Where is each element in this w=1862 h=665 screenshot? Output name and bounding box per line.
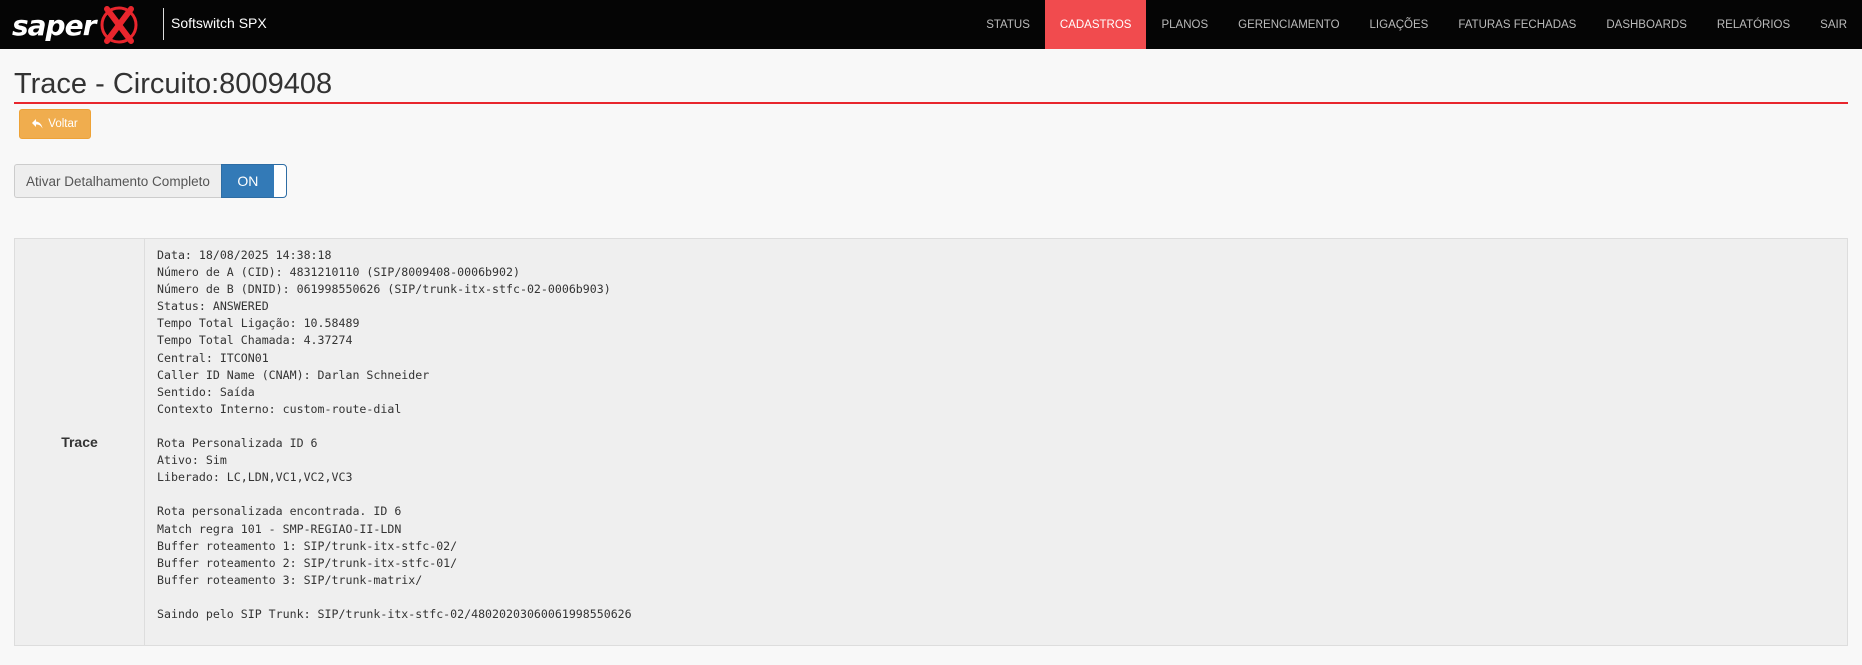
- trace-line: Buffer roteamento 2: SIP/trunk-itx-stfc-…: [157, 555, 458, 570]
- nav-item-sair[interactable]: SAIR: [1805, 0, 1862, 49]
- trace-line: Saindo pelo SIP Trunk: SIP/trunk-itx-stf…: [157, 606, 632, 621]
- trace-line: Liberado: LC,LDN,VC1,VC2,VC3: [157, 470, 353, 485]
- trace-line: Sentido: Saída: [157, 384, 255, 399]
- trace-output: Data: 18/08/2025 14:38:18 Número de A (CI…: [157, 247, 1835, 623]
- trace-line: Tempo Total Chamada: 4.37274: [157, 333, 353, 348]
- trace-line: Match regra 101 - SMP-REGIAO-II-LDN: [157, 521, 402, 536]
- trace-line: Buffer roteamento 3: SIP/trunk-matrix/: [157, 572, 423, 587]
- trace-line: Tempo Total Ligação: 10.58489: [157, 316, 360, 331]
- nav-item-liga-es[interactable]: LIGAÇÕES: [1355, 0, 1444, 49]
- reply-icon: [32, 119, 43, 129]
- nav-item-faturas-fechadas[interactable]: FATURAS FECHADAS: [1443, 0, 1591, 49]
- trace-line: Número de A (CID): 4831210110 (SIP/80094…: [157, 265, 520, 280]
- nav-item-dashboards[interactable]: DASHBOARDS: [1591, 0, 1702, 49]
- trace-line: Número de B (DNID): 061998550626 (SIP/tr…: [157, 282, 611, 297]
- nav-item-gerenciamento[interactable]: GERENCIAMENTO: [1223, 0, 1354, 49]
- trace-line: Data: 18/08/2025 14:38:18: [157, 248, 332, 262]
- detail-toggle-switch[interactable]: ON: [220, 164, 287, 198]
- trace-line: Buffer roteamento 1: SIP/trunk-itx-stfc-…: [157, 538, 458, 553]
- detail-toggle-label: Ativar Detalhamento Completo: [14, 164, 221, 198]
- brand-logo[interactable]: saper: [12, 4, 141, 46]
- trace-header-cell: Trace: [15, 239, 145, 645]
- saperx-x-mark-icon: [100, 6, 138, 44]
- toggle-state-label: ON: [237, 173, 259, 189]
- trace-line: Central: ITCON01: [157, 350, 269, 365]
- trace-line: Rota Personalizada ID 6: [157, 436, 318, 451]
- page-title: Trace - Circuito:8009408: [14, 68, 333, 100]
- brand-divider: [163, 8, 164, 40]
- trace-line: Caller ID Name (CNAM): Darlan Schneider: [157, 367, 430, 382]
- brand-wordmark: saper: [12, 8, 96, 42]
- trace-line: Contexto Interno: custom-route-dial: [157, 401, 402, 416]
- voltar-button[interactable]: Voltar: [19, 109, 91, 139]
- nav-item-status[interactable]: STATUS: [971, 0, 1045, 49]
- trace-line: Rota personalizada encontrada. ID 6: [157, 504, 402, 519]
- main-nav: STATUS CADASTROS PLANOS GERENCIAMENTO LIGAÇÕ…: [971, 0, 1862, 49]
- trace-content-cell: Data: 18/08/2025 14:38:18 Número de A (CI…: [145, 239, 1847, 645]
- nav-item-planos[interactable]: PLANOS: [1146, 0, 1223, 49]
- voltar-label: Voltar: [48, 118, 78, 130]
- title-divider: [14, 102, 1848, 104]
- trace-line: Ativo: Sim: [157, 453, 227, 468]
- trace-blank-line: [157, 486, 1835, 503]
- nav-item-cadastros[interactable]: CADASTROS: [1044, 0, 1147, 49]
- detail-toggle-group: Ativar Detalhamento Completo ON: [14, 164, 287, 198]
- trace-blank-line: [157, 589, 1835, 606]
- toggle-knob[interactable]: [273, 165, 286, 197]
- top-navbar: saper Softswitch SPX STATUS CADASTROS PLAN…: [0, 0, 1862, 49]
- trace-blank-line: [157, 418, 1835, 435]
- trace-line: Status: ANSWERED: [157, 299, 269, 314]
- brand-subtitle: Softswitch SPX: [171, 15, 267, 31]
- trace-table: Trace Data: 18/08/2025 14:38:18 Número de…: [14, 238, 1848, 646]
- nav-item-relat-rios[interactable]: RELATÓRIOS: [1702, 0, 1805, 49]
